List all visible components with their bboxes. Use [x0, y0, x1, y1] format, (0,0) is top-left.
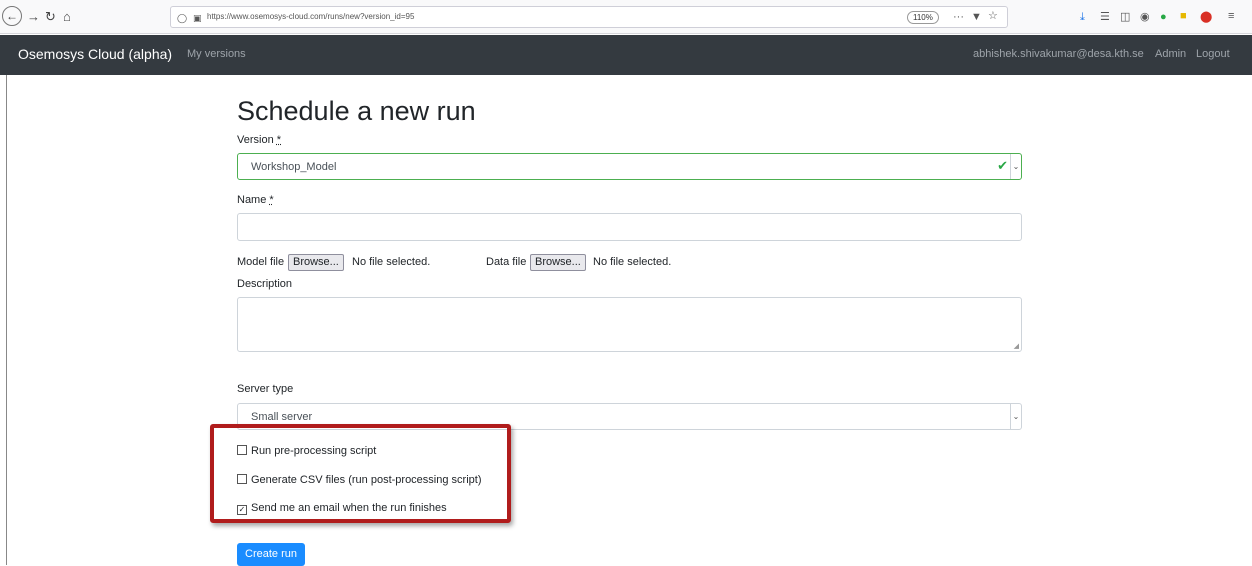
shield-icon[interactable]: ◯	[177, 12, 187, 24]
home-icon[interactable]: ⌂	[63, 9, 71, 25]
model-file-status: No file selected.	[352, 256, 431, 268]
chevron-down-icon[interactable]: ⌄	[1010, 154, 1021, 179]
description-label: Description	[237, 278, 293, 290]
model-file-browse-button[interactable]: Browse...	[288, 254, 344, 271]
data-file-label: Data file	[486, 256, 527, 268]
reload-icon[interactable]: ↻	[45, 9, 56, 25]
url-text[interactable]: https://www.osemosys-cloud.com/runs/new?…	[207, 12, 414, 21]
bookmark-star-icon[interactable]: ☆	[988, 10, 998, 22]
description-textarea[interactable]: ◢	[237, 297, 1022, 352]
name-input[interactable]	[237, 213, 1022, 241]
sidebar-icon[interactable]: ◫	[1120, 11, 1130, 23]
valid-check-icon: ✔	[997, 158, 1008, 173]
my-versions-link[interactable]: My versions	[187, 48, 246, 60]
zoom-level-badge[interactable]: 110%	[907, 11, 939, 24]
brand-link[interactable]: Osemosys Cloud (alpha)	[18, 46, 172, 62]
account-icon[interactable]: ◉	[1140, 11, 1150, 23]
window-edge	[6, 75, 7, 565]
data-file-status: No file selected.	[593, 256, 672, 268]
user-email-link[interactable]: abhishek.shivakumar@desa.kth.se	[973, 48, 1144, 60]
extension-yellow-icon[interactable]: ■	[1180, 10, 1187, 22]
required-marker: *	[276, 134, 282, 146]
version-select-value: Workshop_Model	[251, 161, 337, 173]
page-title: Schedule a new run	[237, 96, 476, 126]
required-marker: *	[269, 194, 274, 206]
admin-link[interactable]: Admin	[1155, 48, 1186, 60]
menu-icon[interactable]: ≡	[1228, 10, 1234, 22]
version-label: Version *	[237, 134, 282, 146]
server-type-label: Server type	[237, 383, 294, 395]
name-label: Name *	[237, 194, 274, 206]
download-icon[interactable]: ⤓	[1080, 11, 1085, 23]
library-icon[interactable]: ☰	[1100, 11, 1110, 23]
annotation-highlight-box	[210, 424, 511, 523]
browser-toolbar: ← → ↻ ⌂ ◯ ▣ https://www.osemosys-cloud.c…	[0, 0, 1252, 34]
server-type-value: Small server	[251, 411, 313, 423]
version-select[interactable]: Workshop_Model ✔ ⌄	[237, 153, 1022, 180]
address-bar[interactable]: ◯ ▣ https://www.osemosys-cloud.com/runs/…	[170, 6, 1008, 28]
data-file-browse-button[interactable]: Browse...	[530, 254, 586, 271]
chevron-down-icon[interactable]: ⌄	[1010, 404, 1021, 429]
lock-icon[interactable]: ▣	[193, 12, 202, 24]
pocket-icon[interactable]: ▼	[971, 11, 982, 23]
forward-arrow-icon[interactable]: →	[27, 9, 40, 25]
adblock-icon[interactable]: ⬤	[1200, 11, 1212, 23]
app-navbar: Osemosys Cloud (alpha) My versions abhis…	[0, 35, 1252, 75]
logout-link[interactable]: Logout	[1196, 48, 1230, 60]
page-actions-icon[interactable]: ···	[953, 11, 964, 23]
resize-grip-icon[interactable]: ◢	[1014, 342, 1019, 350]
model-file-label: Model file	[237, 256, 285, 268]
create-run-button[interactable]: Create run	[237, 543, 305, 566]
extension-green-icon[interactable]: ●	[1160, 11, 1167, 23]
back-arrow-icon[interactable]: ←	[2, 6, 22, 26]
